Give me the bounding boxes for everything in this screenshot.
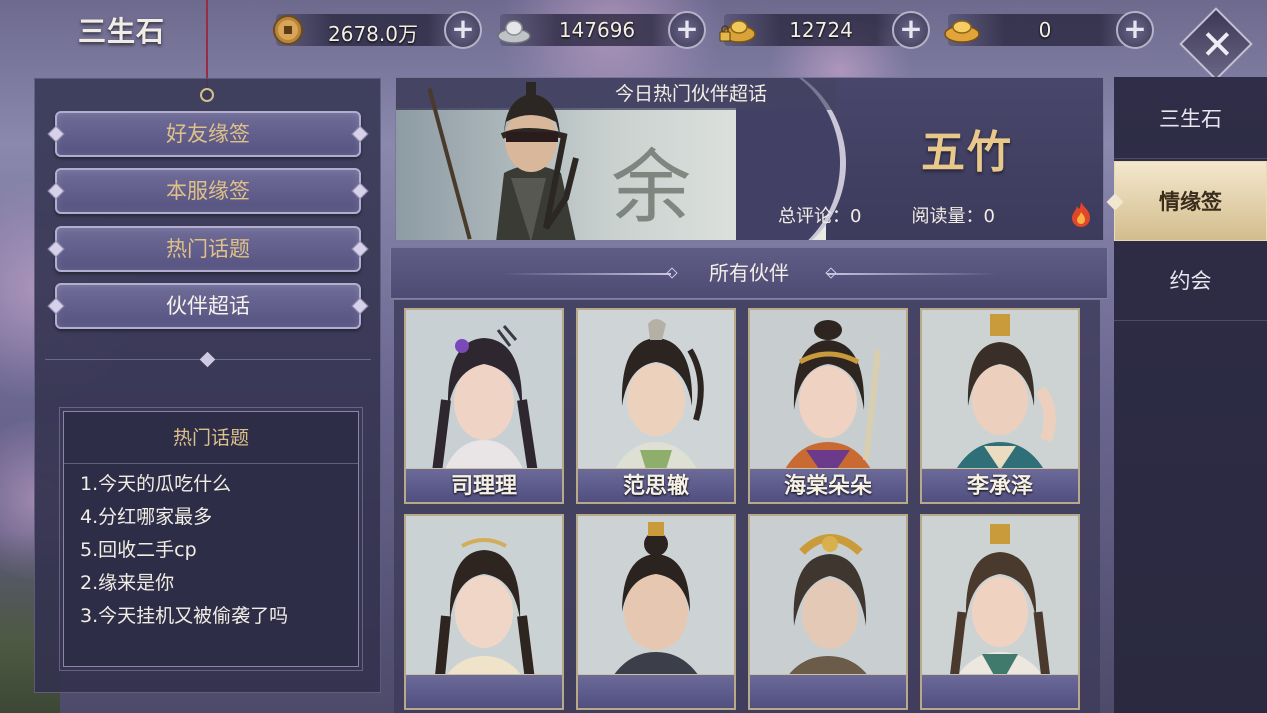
diamond-icon [351, 297, 369, 315]
gold-ingot-icon [944, 20, 980, 43]
hot-topic-item[interactable]: 3.今天挂机又被偷袭了吗 [80, 600, 358, 633]
left-panel: 好友缘签 本服缘签 热门话题 伙伴超话 热门话题 1.今天的瓜吃什么 4.分红哪… [34, 78, 381, 693]
partner-card[interactable] [920, 514, 1080, 710]
partner-card[interactable]: 李承泽 [920, 308, 1080, 504]
page-title: 三生石 [78, 15, 166, 48]
diamond-icon [47, 240, 65, 258]
nav-partner-topics-button[interactable]: 伙伴超话 [47, 283, 369, 329]
partner-card[interactable]: 海棠朵朵 [748, 308, 908, 504]
comments-value: 0 [850, 206, 862, 227]
add-silver-button[interactable]: + [668, 11, 706, 49]
nav-server-signs-button[interactable]: 本服缘签 [47, 168, 369, 214]
gold-value: 0 [1038, 18, 1052, 42]
silver-value: 147696 [558, 18, 636, 42]
hot-topics-list: 1.今天的瓜吃什么 4.分红哪家最多 5.回收二手cp 2.缘来是你 3.今天挂… [64, 464, 358, 633]
copper-coin-icon [273, 15, 303, 45]
hot-topics-box: 热门话题 1.今天的瓜吃什么 4.分红哪家最多 5.回收二手cp 2.缘来是你 … [59, 407, 363, 671]
currency-bound-gold: 12724 + [719, 11, 930, 49]
partner-name: 李承泽 [922, 468, 1078, 502]
right-tab-bar: 三生石 情缘签 约会 [1106, 77, 1267, 713]
partner-name: 范思辙 [578, 468, 734, 502]
close-icon: ✕ [1200, 22, 1235, 69]
header-line-decoration [501, 273, 671, 275]
featured-partner-banner[interactable]: 余 今日热门伙伴超话 五竹 总评论：0 阅读量：0 [395, 77, 1104, 241]
divider-diamond-icon [199, 351, 216, 368]
close-button[interactable]: ✕ [1179, 7, 1253, 81]
nav-label: 好友缘签 [166, 122, 250, 146]
hot-topics-title: 热门话题 [64, 412, 358, 464]
nav-hot-topics-button[interactable]: 热门话题 [47, 226, 369, 272]
bound-gold-value: 12724 [789, 18, 853, 42]
banner-stats: 总评论：0 阅读量：0 [778, 202, 995, 228]
partner-card[interactable] [404, 514, 564, 710]
partner-grid: 司理理 范思辙 海棠朵朵 李承泽 [394, 300, 1100, 713]
reads-value: 0 [983, 206, 995, 227]
comments-label: 总评论： [778, 206, 850, 227]
tab-three-life-stone[interactable]: 三生石 [1114, 79, 1267, 159]
nav-label: 伙伴超话 [166, 294, 250, 318]
header-line-decoration [827, 273, 997, 275]
nav-label: 本服缘签 [166, 179, 250, 203]
currency-silver: 147696 + [497, 11, 706, 49]
diamond-icon [47, 297, 65, 315]
partner-name: 海棠朵朵 [750, 468, 906, 502]
reads-label: 阅读量： [911, 206, 984, 227]
diamond-icon [47, 125, 65, 143]
currency-copper: 2678.0万 + [273, 11, 482, 49]
add-gold-button[interactable]: + [1116, 11, 1154, 49]
add-bound-gold-button[interactable]: + [892, 11, 930, 49]
hot-topic-item[interactable]: 5.回收二手cp [80, 534, 358, 567]
diamond-icon [351, 240, 369, 258]
fire-icon [1072, 202, 1090, 227]
active-indicator-icon [1106, 193, 1124, 211]
hanging-ring-decoration [200, 88, 214, 102]
diamond-icon [47, 182, 65, 200]
hero-portrait [427, 82, 579, 240]
section-title: 所有伙伴 [709, 261, 789, 285]
diamond-icon [351, 125, 369, 143]
nav-friend-signs-button[interactable]: 好友缘签 [47, 111, 369, 157]
hot-topic-item[interactable]: 2.缘来是你 [80, 567, 358, 600]
partner-name: 司理理 [406, 468, 562, 502]
tab-dating[interactable]: 约会 [1114, 241, 1267, 321]
nav-label: 热门话题 [166, 237, 250, 261]
add-copper-button[interactable]: + [444, 11, 482, 49]
hot-topic-item[interactable]: 4.分红哪家最多 [80, 501, 358, 534]
silver-ingot-icon [497, 20, 531, 44]
diamond-icon [351, 182, 369, 200]
partner-card[interactable] [576, 514, 736, 710]
partner-name [922, 674, 1078, 708]
tab-love-signs[interactable]: 情缘签 [1106, 161, 1267, 241]
partner-card[interactable] [748, 514, 908, 710]
currency-gold: 0 + [944, 11, 1154, 49]
all-partners-header: 所有伙伴 [390, 247, 1108, 299]
partner-name [750, 674, 906, 708]
tab-label: 情缘签 [1159, 190, 1222, 214]
top-bar: 三生石 2678.0万 + 147696 + 12724 + 0 + ✕ [0, 0, 1267, 81]
partner-card[interactable]: 司理理 [404, 308, 564, 504]
partner-card[interactable]: 范思辙 [576, 308, 736, 504]
copper-value: 2678.0万 [328, 22, 418, 46]
locked-gold-ingot-icon [719, 20, 756, 43]
diamond-icon [666, 267, 678, 279]
hot-topic-item[interactable]: 1.今天的瓜吃什么 [80, 468, 358, 501]
hero-name: 五竹 [921, 127, 1013, 178]
partner-name [406, 674, 562, 708]
partner-name [578, 674, 734, 708]
